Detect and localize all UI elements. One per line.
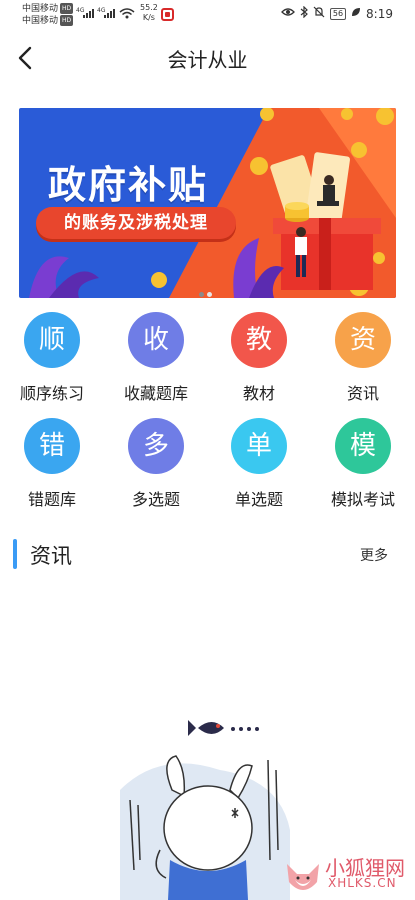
- grid-item-label: 多选题: [131, 490, 180, 509]
- hd-badge: HD: [60, 15, 74, 26]
- clock: 8:19: [366, 6, 393, 21]
- banner-title: 政府补贴: [48, 163, 209, 207]
- signal-icons: 4G 4G: [76, 7, 135, 19]
- grid-item-label: 收藏题库: [123, 384, 188, 403]
- news-icon: 资: [335, 312, 391, 368]
- top-app-bar: 会计从业: [0, 30, 415, 86]
- bluetooth-icon: [300, 5, 308, 21]
- banner-subtitle: 的账务及涉税处理: [64, 213, 208, 233]
- status-bar: 中国移动 HD 中国移动 HD 4G 4G 55.2 K/s 56 8:19: [0, 0, 415, 30]
- net-speed: 55.2: [140, 3, 158, 12]
- battery-indicator: 56: [329, 7, 347, 20]
- grid-item-label: 顺序练习: [19, 384, 84, 403]
- grid-item-wrong-questions[interactable]: 错 错题库: [2, 418, 102, 518]
- hd-badge: HD: [60, 3, 74, 14]
- carousel-dot: [207, 292, 212, 297]
- page-title: 会计从业: [167, 48, 248, 72]
- grid-item-label: 资讯: [346, 384, 379, 403]
- textbook-icon: 教: [231, 312, 287, 368]
- grid-item-multiple-choice[interactable]: 多 多选题: [106, 418, 206, 518]
- svg-text:4G: 4G: [76, 7, 85, 14]
- single-choice-icon: 单: [231, 418, 287, 474]
- carrier-name: 中国移动: [22, 16, 59, 26]
- section-title: 资讯: [30, 544, 72, 568]
- grid-item-label: 单选题: [234, 490, 283, 509]
- watermark-subtext: XHLKS.CN: [328, 876, 397, 890]
- mute-icon: [313, 6, 325, 21]
- carousel-dot: [199, 292, 204, 297]
- favorites-icon: 收: [128, 312, 184, 368]
- net-speed-unit: K/s: [142, 13, 155, 22]
- leaf-icon: [351, 7, 361, 20]
- fox-logo-icon: [287, 864, 319, 890]
- promo-banner[interactable]: 政府补贴 的账务及涉税处理: [19, 108, 396, 298]
- grid-item-single-choice[interactable]: 单 单选题: [209, 418, 309, 518]
- grid-item-news[interactable]: 资 资讯: [313, 312, 413, 412]
- empty-state-illustration: [120, 720, 290, 900]
- grid-item-sequential-practice[interactable]: 顺 顺序练习: [2, 312, 102, 412]
- grid-item-label: 模拟考试: [330, 490, 395, 509]
- grid-item-label: 教材: [242, 384, 275, 403]
- carousel-indicator: [199, 282, 215, 298]
- grid-item-label: 错题库: [27, 490, 76, 509]
- mock-exam-icon: 模: [335, 418, 391, 474]
- grid-item-textbook[interactable]: 教 教材: [209, 312, 309, 412]
- svg-text:4G: 4G: [97, 7, 106, 14]
- section-accent-bar: [13, 539, 17, 569]
- carrier-name: 中国移动: [22, 4, 59, 14]
- grid-item-favorites[interactable]: 收 收藏题库: [106, 312, 206, 412]
- multiple-choice-icon: 多: [128, 418, 184, 474]
- app-notification-icon: [161, 8, 174, 21]
- more-link[interactable]: 更多: [360, 545, 388, 565]
- sequential-practice-icon: 顺: [24, 312, 80, 368]
- wrong-questions-icon: 错: [24, 418, 80, 474]
- eye-icon: [280, 7, 295, 20]
- grid-item-mock-exam[interactable]: 模 模拟考试: [313, 418, 413, 518]
